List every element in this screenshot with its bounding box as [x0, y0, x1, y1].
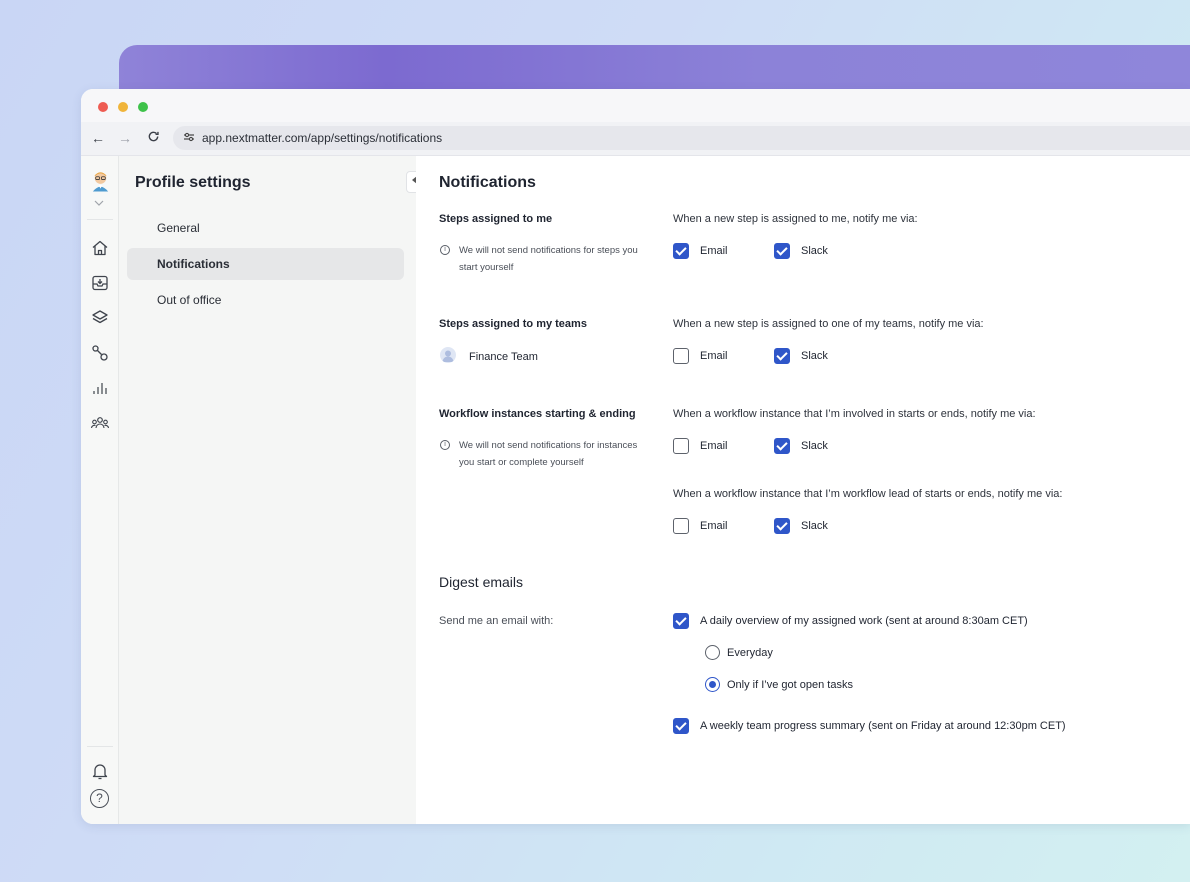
email-label: Email	[700, 520, 728, 532]
notify-prompt: When a workflow instance that I’m involv…	[673, 408, 1036, 420]
sidebar-item-out-of-office[interactable]: Out of office	[127, 284, 404, 316]
address-bar: ← → app.nextmatter.com/app/settings/noti…	[81, 122, 1190, 156]
section-label-workflow-instances: Workflow instances starting & ending	[439, 408, 636, 420]
home-icon[interactable]	[90, 238, 110, 258]
email-checkbox[interactable]	[673, 518, 689, 534]
reload-icon[interactable]	[147, 130, 160, 147]
window-titlebar	[81, 89, 1190, 122]
notifications-panel: Notifications Steps assigned to me i We …	[416, 156, 1190, 824]
open-tasks-only-label: Only if I’ve got open tasks	[727, 679, 853, 691]
email-checkbox[interactable]	[673, 438, 689, 454]
email-label: Email	[700, 245, 728, 257]
info-note: i We will not send notifications for ins…	[439, 437, 654, 471]
forward-arrow-icon[interactable]: →	[118, 130, 132, 146]
close-window-button[interactable]	[98, 102, 108, 112]
teams-icon[interactable]	[90, 413, 110, 433]
layers-icon[interactable]	[90, 308, 110, 328]
slack-checkbox[interactable]	[774, 518, 790, 534]
rail-divider	[87, 746, 113, 747]
notify-prompt: When a new step is assigned to me, notif…	[673, 213, 918, 225]
back-arrow-icon[interactable]: ←	[91, 130, 105, 146]
maximize-window-button[interactable]	[138, 102, 148, 112]
weekly-summary-label: A weekly team progress summary (sent on …	[700, 720, 1066, 732]
info-note-text: We will not send notifications for insta…	[459, 440, 638, 468]
slack-checkbox[interactable]	[774, 243, 790, 259]
info-note: i We will not send notifications for ste…	[439, 242, 654, 276]
digest-emails-label: Send me an email with:	[439, 615, 554, 627]
everyday-radio[interactable]	[705, 645, 720, 660]
info-icon: i	[440, 440, 450, 450]
email-checkbox[interactable]	[673, 348, 689, 364]
app-area: ? Profile settings General Notifications…	[81, 156, 1190, 824]
digest-emails-title: Digest emails	[439, 574, 524, 590]
daily-overview-checkbox[interactable]	[673, 613, 689, 629]
slack-label: Slack	[801, 520, 828, 532]
settings-sidebar: Profile settings General Notifications O…	[119, 156, 416, 824]
analytics-icon[interactable]	[90, 378, 110, 398]
bell-icon[interactable]	[90, 761, 110, 781]
slack-label: Slack	[801, 245, 828, 257]
slack-checkbox[interactable]	[774, 348, 790, 364]
email-label: Email	[700, 440, 728, 452]
minimize-window-button[interactable]	[118, 102, 128, 112]
email-label: Email	[700, 350, 728, 362]
icon-rail: ?	[81, 156, 119, 824]
rail-divider	[87, 219, 113, 220]
url-text: app.nextmatter.com/app/settings/notifica…	[202, 131, 443, 145]
info-icon: i	[440, 245, 450, 255]
avatar[interactable]	[90, 170, 111, 192]
inbox-icon[interactable]	[90, 273, 110, 293]
section-label-steps-assigned-to-my-teams: Steps assigned to my teams	[439, 318, 587, 330]
email-checkbox[interactable]	[673, 243, 689, 259]
sidebar-title: Profile settings	[135, 174, 251, 191]
daily-overview-label: A daily overview of my assigned work (se…	[700, 615, 1028, 627]
page-title: Notifications	[439, 174, 536, 191]
sidebar-item-notifications[interactable]: Notifications	[127, 248, 404, 280]
team-name: Finance Team	[469, 351, 538, 363]
slack-label: Slack	[801, 440, 828, 452]
info-note-text: We will not send notifications for steps…	[459, 245, 638, 273]
everyday-label: Everyday	[727, 647, 773, 659]
workflow-icon[interactable]	[90, 343, 110, 363]
slack-checkbox[interactable]	[774, 438, 790, 454]
chevron-down-icon[interactable]	[94, 198, 104, 208]
slack-label: Slack	[801, 350, 828, 362]
site-settings-icon[interactable]	[176, 132, 202, 145]
team-avatar-icon	[440, 347, 456, 363]
weekly-summary-checkbox[interactable]	[673, 718, 689, 734]
sidebar-item-general[interactable]: General	[127, 212, 404, 244]
notify-prompt: When a workflow instance that I’m workfl…	[673, 488, 1063, 500]
url-field[interactable]: app.nextmatter.com/app/settings/notifica…	[173, 126, 1190, 150]
browser-window: ← → app.nextmatter.com/app/settings/noti…	[81, 89, 1190, 824]
open-tasks-only-radio[interactable]	[705, 677, 720, 692]
notify-prompt: When a new step is assigned to one of my…	[673, 318, 984, 330]
section-label-steps-assigned-to-me: Steps assigned to me	[439, 213, 553, 225]
help-icon[interactable]: ?	[90, 789, 109, 808]
